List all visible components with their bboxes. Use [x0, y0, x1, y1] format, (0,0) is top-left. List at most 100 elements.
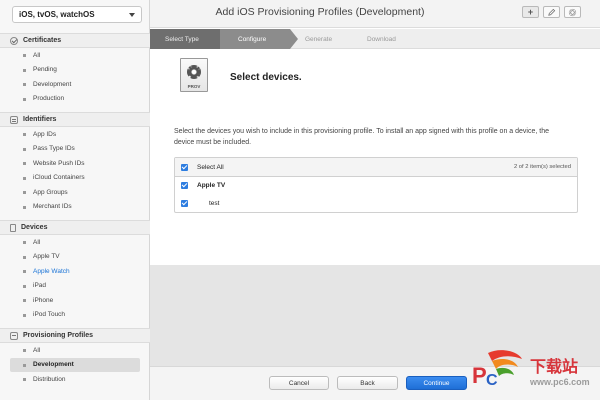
cancel-button[interactable]: Cancel [269, 376, 329, 390]
selection-count: 2 of 2 item(s) selected [513, 164, 571, 170]
sidebar-item-label: Pass Type IDs [33, 145, 75, 153]
sidebar-item-label: Development [33, 361, 74, 369]
sidebar-item-label: iPod Touch [33, 311, 66, 319]
settings-button[interactable] [564, 6, 581, 18]
edit-button[interactable] [543, 6, 560, 18]
icon-label: PROV [187, 84, 201, 89]
platform-select[interactable]: iOS, tvOS, watchOS [12, 6, 142, 23]
page-title: Add iOS Provisioning Profiles (Developme… [215, 6, 425, 18]
description-text: Select the devices you wish to include i… [174, 128, 549, 146]
platform-select-label: iOS, tvOS, watchOS [19, 10, 95, 19]
device-checkbox[interactable] [181, 199, 188, 207]
sidebar-item-cert-pending[interactable]: Pending [0, 63, 150, 78]
section-header-identifiers[interactable]: Identifiers [0, 112, 150, 127]
sidebar-item-label: iCloud Containers [33, 174, 85, 182]
section-header-provisioning-profiles[interactable]: Provisioning Profiles [0, 328, 150, 343]
sidebar-item-iphone[interactable]: iPhone [0, 293, 150, 308]
sidebar-item-app-ids[interactable]: App IDs [0, 127, 150, 142]
sidebar-item-ipad[interactable]: iPad [0, 279, 150, 294]
sidebar-item-label: All [33, 238, 41, 246]
add-button[interactable]: + [522, 6, 539, 18]
pencil-icon [548, 8, 556, 16]
sidebar-item-label: App IDs [33, 130, 57, 138]
step-generate: Generate [305, 29, 332, 49]
sidebar-item-profiles-all[interactable]: All [0, 343, 150, 358]
sidebar-item-profiles-distribution[interactable]: Distribution [0, 372, 150, 387]
sidebar-item-label: Merchant IDs [33, 203, 72, 211]
device-checkbox[interactable] [181, 182, 188, 190]
step-configure: Configure [220, 29, 298, 49]
step-label: Select Type [165, 35, 199, 43]
section-title: Provisioning Profiles [23, 332, 94, 339]
sidebar-item-label: Production [33, 95, 65, 103]
select-all-row[interactable]: Select All 2 of 2 item(s) selected [175, 158, 577, 177]
sidebar-item-ipod-touch[interactable]: iPod Touch [0, 308, 150, 323]
watermark-url: www.pc6.com [530, 377, 590, 387]
step-label: Configure [238, 35, 267, 43]
sidebar-item-apple-watch[interactable]: Apple Watch [0, 264, 150, 279]
sidebar-item-label: Apple Watch [33, 267, 70, 275]
section-provisioning-profiles: Provisioning Profiles All Development Di… [0, 328, 150, 387]
sidebar-item-pass-type-ids[interactable]: Pass Type IDs [0, 142, 150, 157]
pc6-logo-icon: P C [472, 350, 522, 389]
select-all-checkbox[interactable] [181, 163, 188, 171]
svg-text:C: C [486, 372, 498, 389]
id-card-icon [10, 115, 18, 124]
sidebar-item-label: Distribution [33, 375, 66, 383]
sidebar-item-cert-development[interactable]: Development [0, 77, 150, 92]
select-all-label: Select All [197, 163, 224, 171]
device-name: test [209, 199, 220, 207]
sidebar-item-label: Pending [33, 66, 57, 74]
device-icon [10, 223, 16, 232]
sidebar-item-cert-production[interactable]: Production [0, 92, 150, 107]
section-title: Devices [21, 224, 48, 231]
device-table: Select All 2 of 2 item(s) selected Apple… [174, 157, 578, 213]
table-row[interactable]: Apple TV [175, 177, 577, 195]
sidebar-item-icloud-containers[interactable]: iCloud Containers [0, 171, 150, 186]
sidebar-item-apple-tv[interactable]: Apple TV [0, 250, 150, 265]
watermark-text: 下载站 [530, 359, 579, 376]
sidebar-item-label: Development [33, 80, 72, 88]
plus-icon: + [527, 7, 534, 17]
header: Add iOS Provisioning Profiles (Developme… [150, 0, 600, 28]
sidebar-item-label: App Groups [33, 188, 68, 196]
section-certificates: Certificates All Pending Development Pro… [0, 33, 150, 106]
section-header-devices[interactable]: Devices [0, 220, 150, 235]
sidebar-item-label: iPhone [33, 296, 54, 304]
sidebar-item-app-groups[interactable]: App Groups [0, 185, 150, 200]
svg-text:P: P [472, 363, 487, 388]
sidebar-item-label: iPad [33, 282, 47, 290]
document-icon [10, 331, 18, 340]
section-devices: Devices All Apple TV Apple Watch iPad iP… [0, 220, 150, 322]
sidebar-item-label: All [33, 51, 41, 59]
main-content: PROV Select devices. Select the devices … [150, 50, 600, 265]
sidebar-item-profiles-development[interactable]: Development [10, 357, 140, 372]
section-title: Certificates [23, 37, 62, 44]
step-progress: Select Type Configure Generate Download [150, 29, 600, 49]
back-button[interactable]: Back [337, 376, 398, 390]
section-heading: Select devices. [230, 72, 302, 83]
sidebar-item-website-push-ids[interactable]: Website Push IDs [0, 156, 150, 171]
sidebar-item-merchant-ids[interactable]: Merchant IDs [0, 200, 150, 215]
sidebar-item-cert-all[interactable]: All [0, 48, 150, 63]
table-row[interactable]: test [175, 195, 577, 213]
step-select-type: Select Type [150, 29, 221, 49]
section-title: Identifiers [23, 116, 57, 123]
gear-icon [568, 8, 577, 16]
section-header-certificates[interactable]: Certificates [0, 33, 150, 48]
continue-button[interactable]: Continue [406, 376, 467, 390]
provisioning-profile-icon: PROV [180, 58, 208, 92]
step-download: Download [367, 29, 396, 49]
gear-icon [187, 65, 201, 79]
step-label: Generate [305, 35, 333, 43]
sidebar: iOS, tvOS, watchOS Certificates All Pend… [0, 0, 150, 400]
sidebar-item-label: All [33, 346, 41, 354]
sidebar-item-label: Website Push IDs [33, 159, 85, 167]
device-name: Apple TV [197, 182, 226, 190]
certificate-icon [10, 36, 18, 45]
step-label: Download [367, 35, 396, 43]
sidebar-item-label: Apple TV [33, 253, 60, 261]
sidebar-item-devices-all[interactable]: All [0, 235, 150, 250]
watermark: P C 下载站 www.pc6.com [470, 345, 598, 397]
section-identifiers: Identifiers App IDs Pass Type IDs Websit… [0, 112, 150, 214]
